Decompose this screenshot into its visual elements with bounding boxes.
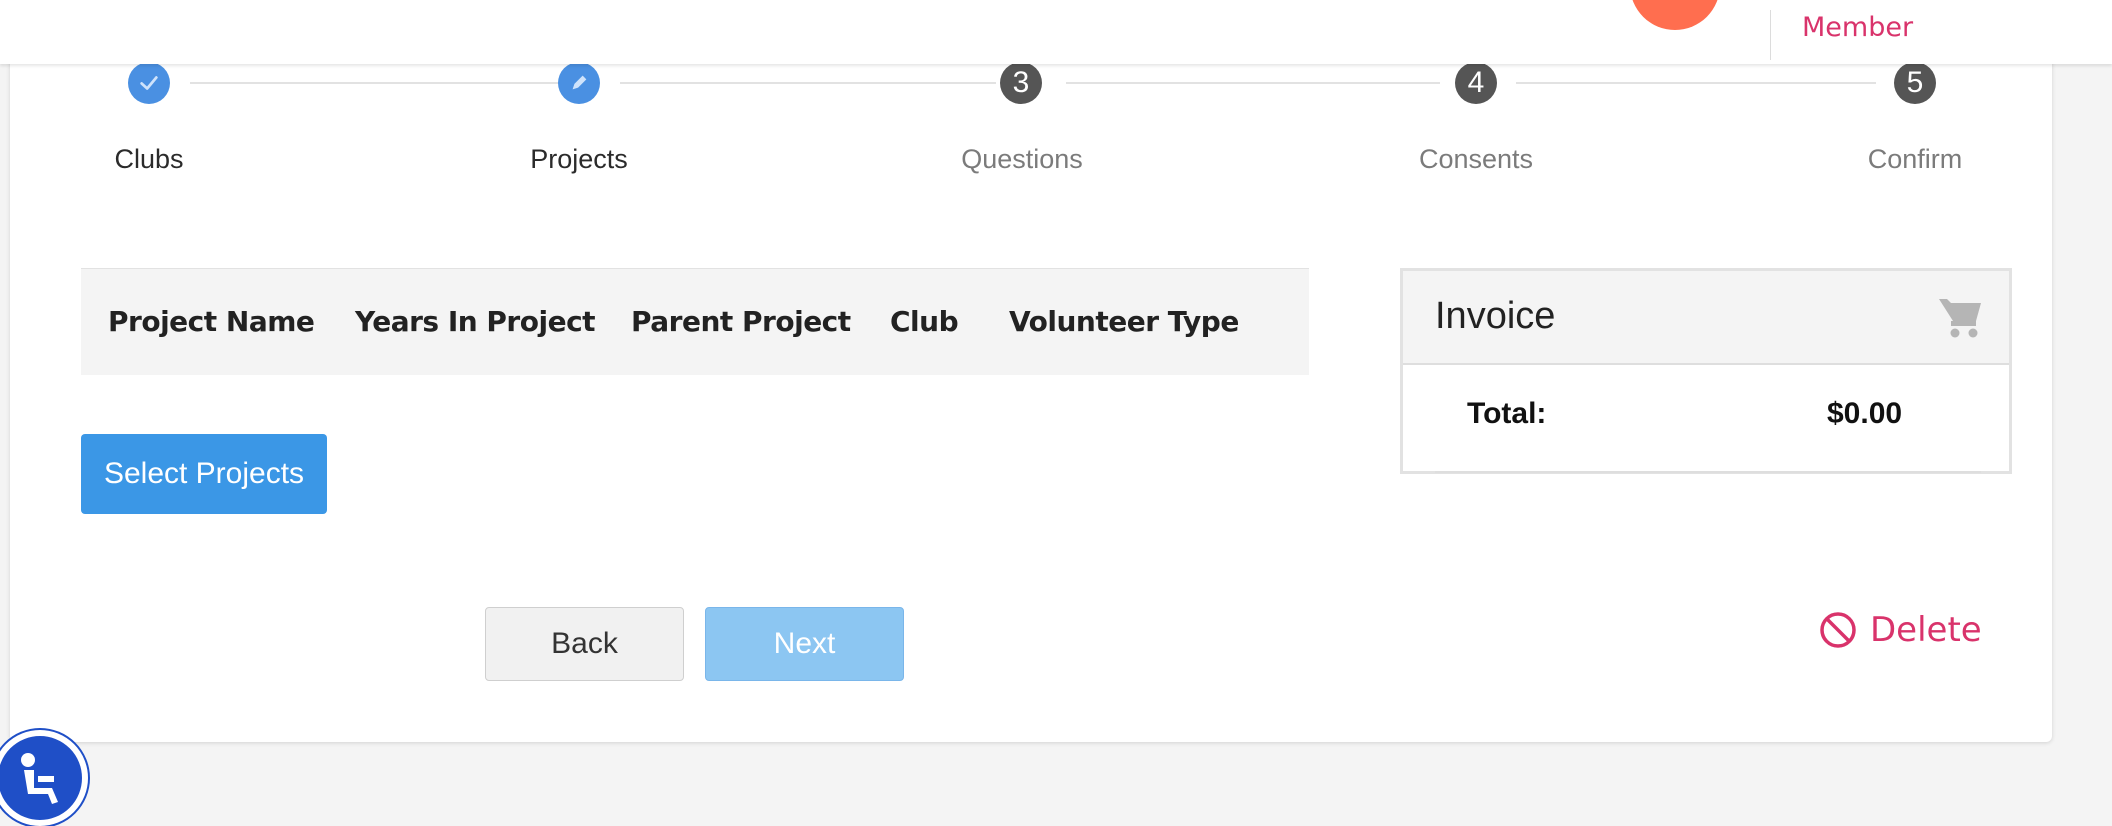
invoice-total-label: Total:	[1467, 397, 1547, 430]
stepper-connector	[190, 82, 560, 84]
stepper-connector	[620, 82, 996, 84]
stepper-connector	[1516, 82, 1876, 84]
invoice-divider	[1435, 471, 1981, 473]
step-confirm-indicator[interactable]: 5	[1894, 62, 1936, 104]
pencil-icon	[572, 75, 587, 90]
top-bar: Member	[0, 0, 2112, 64]
select-projects-button[interactable]: Select Projects	[81, 434, 327, 514]
step-consents-label: Consents	[1418, 144, 1534, 174]
step-number: 3	[1012, 66, 1030, 99]
invoice-header: Invoice	[1403, 271, 2009, 365]
back-button[interactable]: Back	[485, 607, 684, 681]
stepper-connector	[1066, 82, 1440, 84]
step-clubs-label: Clubs	[114, 144, 184, 174]
shopping-cart-icon[interactable]	[1937, 295, 1985, 344]
column-header-project-name[interactable]: Project Name	[108, 305, 315, 338]
invoice-title: Invoice	[1435, 295, 1556, 337]
invoice-total-value: $0.00	[1827, 397, 1903, 430]
accessibility-icon[interactable]	[0, 730, 88, 826]
header-divider	[1770, 10, 1771, 60]
delete-link[interactable]: Delete	[1818, 610, 1982, 650]
invoice-panel: Invoice Total: $0.00	[1400, 268, 2012, 474]
user-avatar[interactable]	[1630, 0, 1720, 30]
step-clubs-indicator[interactable]	[128, 62, 170, 104]
step-number: 5	[1906, 66, 1924, 99]
step-projects-indicator[interactable]	[558, 62, 600, 104]
ban-icon	[1820, 612, 1856, 648]
column-header-years-in-project[interactable]: Years In Project	[355, 305, 596, 338]
step-questions-indicator[interactable]: 3	[1000, 62, 1042, 104]
step-questions-label: Questions	[961, 144, 1083, 174]
projects-table-header: Project Name Years In Project Parent Pro…	[81, 268, 1309, 375]
check-icon	[140, 76, 158, 90]
delete-label: Delete	[1870, 610, 1982, 650]
member-label[interactable]: Member	[1802, 12, 1913, 43]
step-consents-indicator[interactable]: 4	[1455, 62, 1497, 104]
column-header-volunteer-type[interactable]: Volunteer Type	[1009, 305, 1239, 338]
step-confirm-label: Confirm	[1867, 144, 1963, 174]
column-header-club[interactable]: Club	[890, 305, 959, 338]
step-projects-label: Projects	[530, 144, 628, 174]
column-header-parent-project[interactable]: Parent Project	[631, 305, 851, 338]
step-number: 4	[1467, 66, 1485, 99]
next-button[interactable]: Next	[705, 607, 904, 681]
